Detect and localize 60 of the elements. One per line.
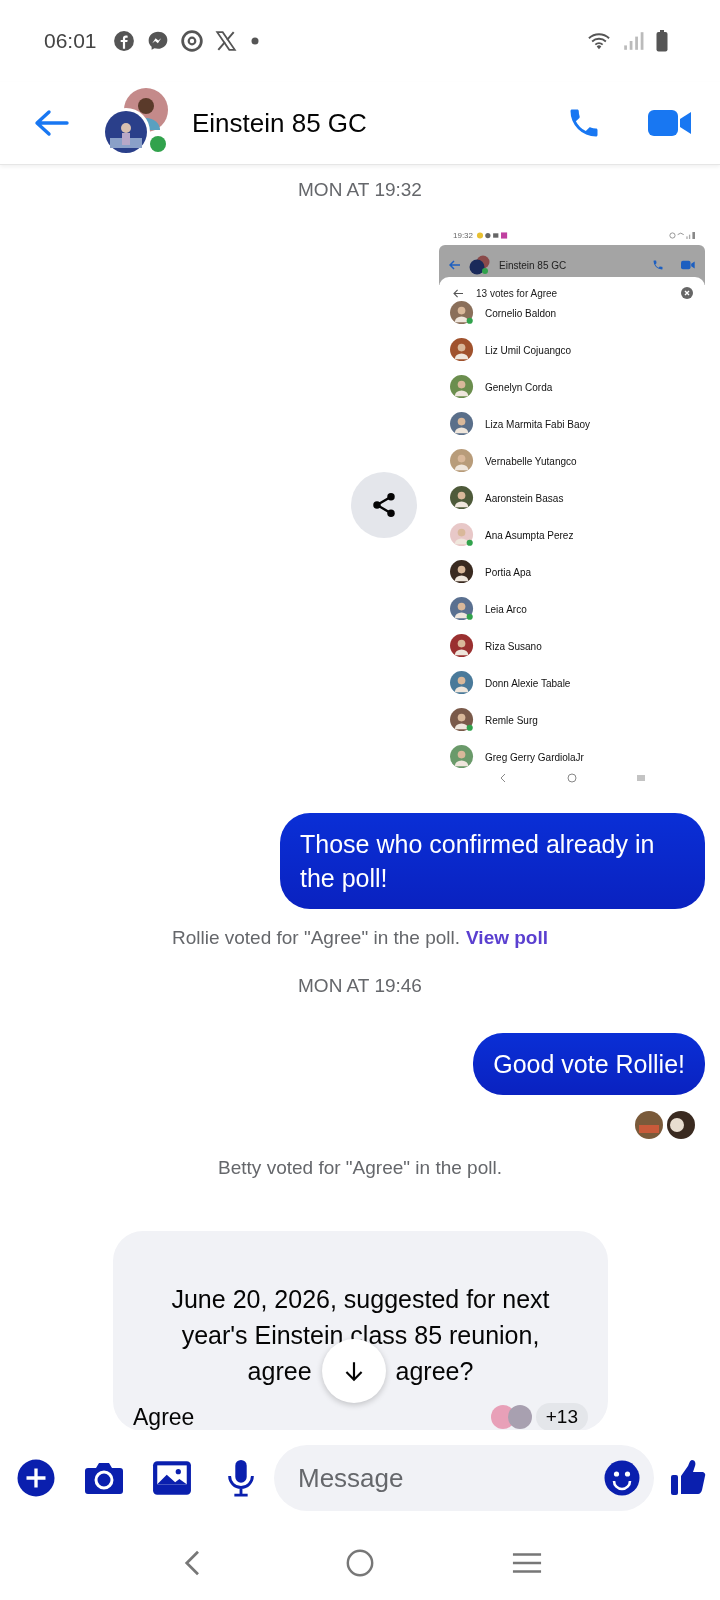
voter-name: Riza Susano xyxy=(485,641,542,652)
signal-icon xyxy=(622,30,644,52)
voter-name: Vernabelle Yutangco xyxy=(485,456,577,467)
poll-option[interactable]: Agree xyxy=(133,1403,195,1430)
video-camera-icon xyxy=(681,259,695,271)
emoji-icon[interactable] xyxy=(604,1460,640,1496)
back-arrow-icon[interactable] xyxy=(34,109,70,137)
message-bubble: Those who confirmed already in the poll! xyxy=(280,813,705,909)
messenger-icon xyxy=(146,30,169,52)
x-icon xyxy=(214,30,237,52)
close-icon xyxy=(681,287,693,299)
image-icon[interactable] xyxy=(152,1459,192,1497)
message-input[interactable]: Message xyxy=(296,1461,604,1495)
message-field[interactable]: Message xyxy=(274,1445,654,1511)
notification-dot-icon xyxy=(250,37,259,45)
back-arrow-icon xyxy=(449,260,461,270)
poll-question: agree? xyxy=(395,1356,474,1387)
view-poll-link[interactable]: View poll xyxy=(466,927,549,948)
voter-name: Aaronstein Basas xyxy=(485,493,564,504)
avatar xyxy=(469,255,491,275)
status-time: 06:01 xyxy=(44,29,97,53)
timestamp: MON AT 19:46 xyxy=(298,975,422,997)
timestamp: MON AT 19:32 xyxy=(298,179,422,201)
video-camera-icon[interactable] xyxy=(648,108,692,138)
system-notice: Betty voted for "Agree" in the poll. xyxy=(218,1157,502,1178)
chat-title: Einstein 85 GC xyxy=(499,259,567,271)
chat-title[interactable]: Einstein 85 GC xyxy=(192,107,367,139)
avatar xyxy=(667,1111,695,1139)
browser-icon xyxy=(180,30,203,52)
voter-name: Liza Marmita Fabi Baoy xyxy=(485,419,591,430)
voter-name: Greg Gerry GardiolaJr xyxy=(485,752,584,763)
voter-name: Leia Arco xyxy=(485,604,527,615)
voter-name: Genelyn Corda xyxy=(485,382,553,393)
back-arrow-icon xyxy=(453,288,464,298)
menu-icon xyxy=(635,773,646,783)
poll-question: agree xyxy=(247,1356,312,1387)
wifi-icon xyxy=(588,30,610,52)
battery-icon xyxy=(656,30,668,52)
voter-name: Ana Asumpta Perez xyxy=(485,530,574,541)
voter-name: Liz Umil Cojuangco xyxy=(485,345,572,356)
voter-name: Portia Apa xyxy=(485,567,532,578)
vote-count: +13 xyxy=(535,1403,588,1430)
voter-name: Donn Alexie Tabale xyxy=(485,678,571,689)
share-icon xyxy=(370,491,398,519)
system-notice: Rollie voted for "Agree" in the poll. xyxy=(171,927,461,948)
avatar xyxy=(489,1404,534,1430)
message-bubble: Good vote Rollie! xyxy=(473,1033,705,1095)
facebook-icon xyxy=(112,30,135,52)
microphone-icon[interactable] xyxy=(226,1459,256,1497)
phone-icon xyxy=(651,259,665,271)
voter-name: Remle Surg xyxy=(485,715,538,726)
plus-icon[interactable] xyxy=(16,1459,56,1497)
thumbs-up-icon[interactable] xyxy=(670,1459,706,1497)
home-icon xyxy=(567,773,577,783)
status-time: 19:32 xyxy=(453,230,474,240)
sheet-title: 13 votes for Agree xyxy=(476,287,558,299)
home-icon[interactable] xyxy=(345,1548,375,1578)
voter-name: Cornelio Baldon xyxy=(485,308,557,319)
status-icons xyxy=(669,231,695,239)
avatar xyxy=(102,108,150,156)
